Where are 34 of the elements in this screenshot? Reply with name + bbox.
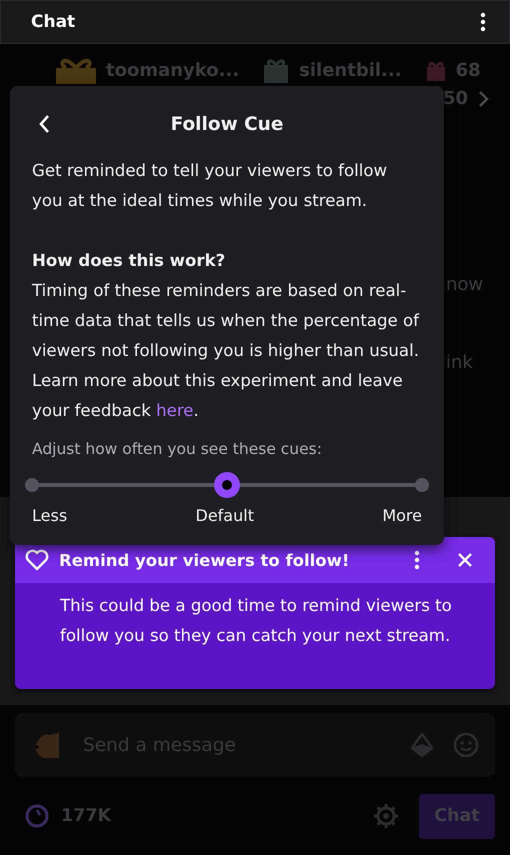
slider-stop-dot[interactable] xyxy=(415,478,429,492)
slider-thumb[interactable] xyxy=(214,472,240,498)
reminder-title: Remind your viewers to follow! xyxy=(59,550,350,570)
gifter-name: silentbil... xyxy=(299,60,402,80)
heart-icon xyxy=(25,549,49,571)
intro-text: Get reminded to tell your viewers to follow you at the ideal times while you stream. xyxy=(32,160,388,212)
reminder-text: This could be a good time to remind viewers to follow you so they can catch your next stream. xyxy=(60,596,452,645)
bits-icon[interactable] xyxy=(411,733,433,757)
feedback-link[interactable]: here xyxy=(156,401,194,420)
back-button[interactable] xyxy=(38,114,50,134)
popover-title: Follow Cue xyxy=(170,114,284,134)
chat-message-fragment: now xyxy=(446,274,484,295)
gift-count: 50 xyxy=(442,88,468,109)
slider-stop-label: More xyxy=(382,506,422,525)
section-heading: How does this work? xyxy=(32,250,226,272)
gifter-name: toomanyko... xyxy=(106,60,240,80)
gifter-name: 68 xyxy=(456,60,481,80)
chevron-right-icon[interactable] xyxy=(478,90,490,108)
channel-points-icon[interactable] xyxy=(25,804,49,828)
slider-label: Adjust how often you see these cues: xyxy=(32,440,323,458)
slider-stop-label: Less xyxy=(32,506,68,525)
settings-icon[interactable] xyxy=(373,803,399,829)
points-count: 177K xyxy=(61,806,112,826)
close-icon xyxy=(457,552,473,568)
slider-stop-dot[interactable] xyxy=(25,478,39,492)
back-icon xyxy=(38,114,50,134)
chat-message-fragment: ink xyxy=(446,352,473,373)
emoji-icon[interactable] xyxy=(453,732,479,758)
panel-title: Chat xyxy=(31,12,76,32)
explanation-text: Timing of these reminders are based on real-time data that tells us when the percentage of viewers not following you is higher than usual. Learn more about this experiment and leave your feedback here. xyxy=(32,280,420,422)
slider-stop-label: Default xyxy=(196,506,254,525)
frequency-slider[interactable] xyxy=(25,472,429,498)
more-options-icon xyxy=(413,549,421,571)
more-options-icon[interactable] xyxy=(479,11,487,33)
